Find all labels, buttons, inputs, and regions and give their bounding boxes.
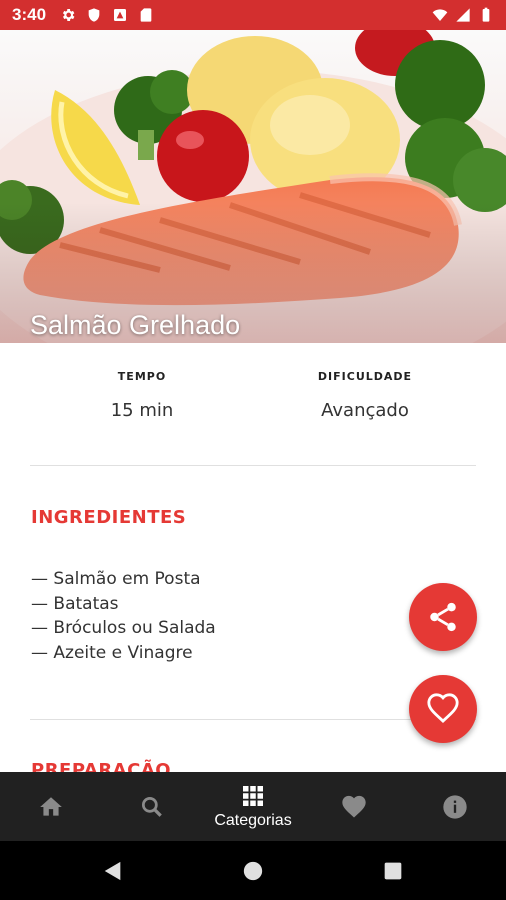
food-photo [0, 30, 506, 343]
shield-icon [88, 8, 100, 22]
system-home-button[interactable] [223, 841, 283, 900]
app-icon [114, 9, 127, 21]
info-icon [443, 794, 468, 819]
nav-categories-label: Categorias [214, 811, 292, 829]
ingredient-item: — Salmão em Posta [31, 569, 201, 589]
divider [30, 465, 476, 466]
system-back-button[interactable] [83, 841, 143, 900]
signal-icon [456, 8, 470, 22]
battery-icon [482, 7, 490, 22]
share-button[interactable] [409, 583, 477, 651]
ingredients-title: INGREDIENTES [31, 507, 187, 528]
home-circle-icon [243, 861, 263, 880]
time-value: 15 min [110, 400, 174, 421]
time-label: TEMPO [117, 370, 167, 383]
nav-search[interactable] [101, 772, 202, 841]
status-time: 3:40 [12, 5, 47, 24]
heart-outline-icon [427, 693, 459, 723]
favorite-button[interactable] [409, 675, 477, 743]
bottom-navigation: Categorias [0, 772, 506, 841]
system-recents-button[interactable] [363, 841, 423, 900]
difficulty-label: DIFICULDADE [317, 370, 413, 383]
heart-icon [342, 795, 366, 817]
recipe-info: TEMPO 15 min DIFICULDADE Avançado [0, 370, 506, 440]
share-icon [430, 602, 456, 632]
nav-categories[interactable]: Categorias [202, 772, 303, 841]
settings-icon [62, 9, 75, 21]
ingredient-item: — Bróculos ou Salada [31, 618, 216, 638]
ingredient-item: — Batatas [31, 593, 119, 614]
divider [30, 719, 476, 720]
recipe-hero-image: Salmão Grelhado [0, 30, 506, 343]
ingredient-item: — Azeite e Vinagre [31, 642, 193, 663]
difficulty-info: DIFICULDADE Avançado [265, 370, 465, 421]
recipe-title: Salmão Grelhado [30, 310, 241, 340]
home-icon [39, 796, 62, 816]
nav-home[interactable] [0, 772, 101, 841]
back-icon [104, 861, 121, 880]
ingredients-list: — Salmão em Posta — Batatas — Bróculos o… [31, 567, 216, 665]
sd-card-icon [140, 8, 152, 22]
time-info: TEMPO 15 min [42, 370, 242, 421]
difficulty-value: Avançado [321, 400, 409, 421]
search-icon [141, 796, 162, 817]
nav-favorites[interactable] [304, 772, 405, 841]
wifi-icon [432, 9, 448, 21]
system-navigation-bar [0, 841, 506, 900]
recents-icon [384, 862, 402, 879]
nav-info[interactable] [405, 772, 506, 841]
status-bar: 3:40 [0, 0, 506, 30]
grid-icon [243, 785, 263, 806]
